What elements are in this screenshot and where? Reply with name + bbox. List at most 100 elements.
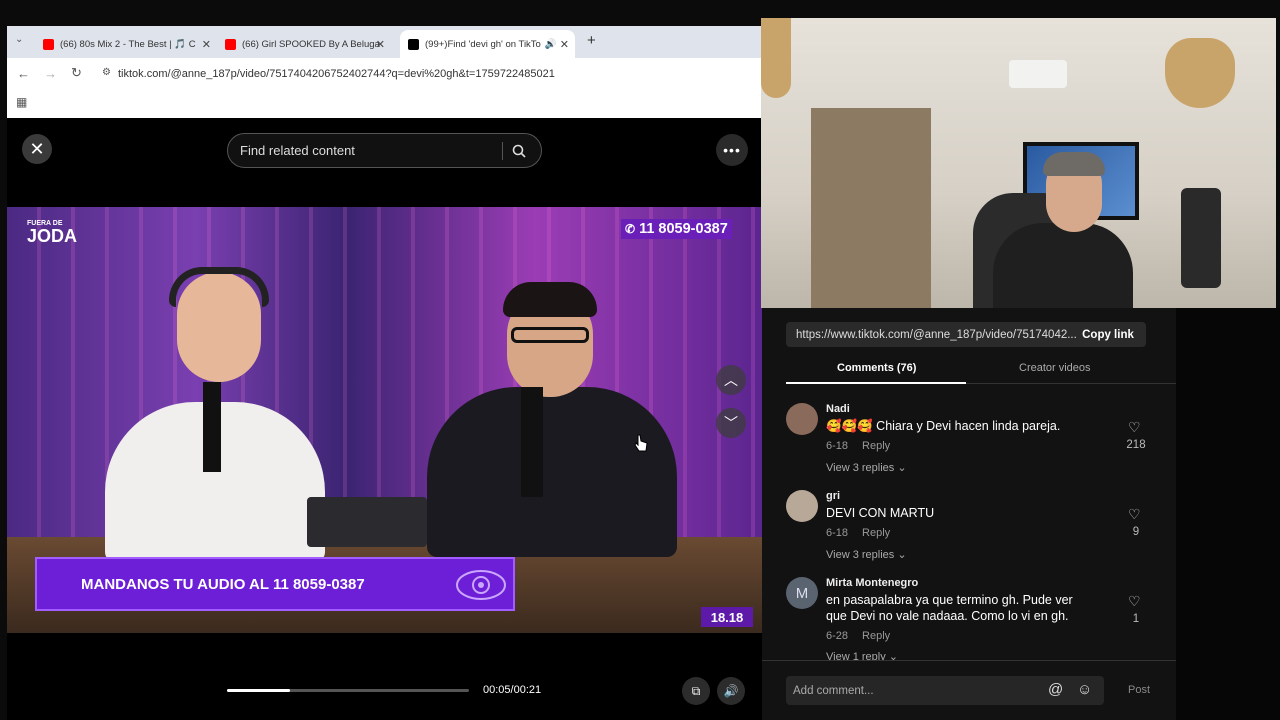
comment-date: 6-28	[826, 630, 849, 642]
volume-button[interactable]: 🔊	[717, 677, 745, 705]
youtube-icon	[43, 38, 54, 50]
laptop	[307, 497, 427, 547]
headphones-left	[169, 267, 269, 307]
comment-author[interactable]: Mirta Montenegro	[826, 577, 918, 589]
glasses	[511, 327, 589, 343]
tab-creator-videos[interactable]: Creator videos	[1019, 362, 1091, 374]
comment-text: 🥰🥰🥰 Chiara y Devi hacen linda pareja.	[826, 419, 1061, 433]
chevron-down-icon: ⌄	[897, 549, 907, 561]
reload-icon[interactable]: ↻	[71, 65, 82, 81]
audio-banner: MANDANOS TU AUDIO AL 11 8059-0387	[35, 557, 515, 611]
microphone-left	[203, 382, 221, 472]
clock-overlay: 18.18	[701, 607, 753, 627]
share-link-text: https://www.tiktok.com/@anne_187p/video/…	[796, 328, 1077, 341]
video-frame[interactable]: FUERA DE JODA ✆ 11 8059-0387 MANDANOS TU…	[7, 207, 762, 633]
air-conditioner	[1009, 60, 1067, 88]
person-right-body	[427, 387, 677, 557]
close-tab-icon[interactable]: ✕	[560, 38, 569, 51]
mention-icon[interactable]: @	[1048, 681, 1063, 698]
playback-time: 00:05/00:21	[483, 684, 542, 696]
comment-author[interactable]: gri	[826, 490, 840, 502]
add-comment-input[interactable]: Add comment... @ ☺	[786, 676, 1104, 705]
tab-active-indicator	[786, 382, 966, 384]
avatar[interactable]	[786, 403, 818, 435]
side-background	[1176, 308, 1280, 720]
volume-icon: 🔊	[723, 684, 739, 698]
previous-video-button[interactable]: ︿	[716, 365, 746, 395]
comment-author[interactable]: Nadi	[826, 403, 850, 415]
view-replies-button[interactable]: View 3 replies ⌄	[826, 548, 907, 561]
mini-player-button[interactable]: ⧉	[682, 677, 710, 705]
like-count: 1	[1132, 613, 1140, 625]
forward-icon[interactable]: →	[44, 66, 57, 81]
room-doorway	[811, 108, 931, 308]
whatsapp-icon: ✆	[625, 222, 636, 236]
back-icon[interactable]: ←	[17, 66, 30, 81]
close-tab-icon[interactable]: ✕	[376, 38, 385, 51]
apps-icon[interactable]: ▦	[16, 95, 27, 109]
post-button[interactable]: Post	[1128, 684, 1150, 696]
streamer-body	[993, 223, 1133, 308]
reply-button[interactable]: Reply	[862, 440, 890, 452]
share-link-field[interactable]: https://www.tiktok.com/@anne_187p/video/…	[786, 322, 1146, 347]
browser-tab-1[interactable]: (66) 80s Mix 2 - The Best | 🎵 C ✕	[37, 30, 217, 58]
reply-button[interactable]: Reply	[862, 630, 890, 642]
view-replies-button[interactable]: View 3 replies ⌄	[826, 461, 907, 474]
heart-icon[interactable]: ♡	[1128, 506, 1141, 523]
search-placeholder: Find related content	[240, 143, 355, 158]
tab-title: (66) 80s Mix 2 - The Best | 🎵 C	[60, 38, 196, 50]
eye-icon	[456, 570, 506, 600]
tiktok-icon	[408, 38, 419, 50]
webcam-overlay	[761, 18, 1276, 308]
divider	[762, 660, 1176, 661]
browser-tab-bar: ⌄ (66) 80s Mix 2 - The Best | 🎵 C ✕ (66)…	[7, 26, 761, 58]
browser-tab-2[interactable]: (66) Girl SPOOKED By A Beluga ✕	[219, 30, 391, 58]
heart-icon[interactable]: ♡	[1128, 419, 1141, 436]
emoji-icon[interactable]: ☺	[1077, 681, 1092, 698]
chevron-down-icon: ⌄	[888, 651, 898, 660]
speaker-icon: 🔊	[544, 38, 557, 50]
view-replies-button[interactable]: View 1 reply ⌄	[826, 650, 898, 660]
youtube-icon	[225, 38, 236, 50]
comment-meta: 6-28 Reply	[826, 630, 890, 642]
avatar[interactable]: M	[786, 577, 818, 609]
streamer-hair	[1043, 152, 1105, 176]
comment-item: Nadi 🥰🥰🥰 Chiara y Devi hacen linda parej…	[786, 403, 1156, 483]
heart-icon[interactable]: ♡	[1128, 593, 1141, 610]
close-tab-icon[interactable]: ✕	[202, 38, 211, 51]
divider	[502, 142, 503, 160]
browser-tab-3[interactable]: (99+)Find 'devi gh' on TikTo 🔊 ✕	[400, 30, 575, 58]
comment-date: 6-18	[826, 527, 849, 539]
tab-list-icon[interactable]: ⌄	[15, 34, 23, 45]
search-icon[interactable]	[512, 144, 526, 158]
more-options-button[interactable]: •••	[716, 134, 748, 166]
new-tab-button[interactable]: +	[587, 32, 596, 49]
comment-item: M Mirta Montenegro en pasapalabra ya que…	[786, 577, 1156, 660]
comment-meta: 6-18 Reply	[826, 527, 890, 539]
whatsapp-number: ✆ 11 8059-0387	[621, 219, 732, 239]
url-field[interactable]: ⚙ tiktok.com/@anne_187p/video/7517404206…	[98, 62, 754, 86]
like-count: 9	[1132, 526, 1140, 538]
copy-link-button[interactable]: Copy link	[1070, 322, 1146, 347]
tab-title: (99+)Find 'devi gh' on TikTo	[425, 38, 541, 50]
progress-fill	[227, 689, 290, 692]
url-text: tiktok.com/@anne_187p/video/751740420675…	[118, 68, 555, 80]
site-info-icon[interactable]: ⚙	[102, 67, 111, 78]
chevron-up-icon: ︿	[724, 372, 738, 388]
tab-title: (66) Girl SPOOKED By A Beluga	[242, 38, 380, 50]
avatar[interactable]	[786, 490, 818, 522]
reply-button[interactable]: Reply	[862, 527, 890, 539]
comment-date: 6-18	[826, 440, 849, 452]
person-right-hair	[503, 282, 597, 317]
tab-comments[interactable]: Comments (76)	[837, 362, 916, 374]
pip-icon: ⧉	[691, 683, 701, 698]
search-input[interactable]: Find related content	[227, 133, 542, 168]
studio-microphone	[1181, 188, 1221, 288]
lamp-right	[1165, 38, 1235, 108]
comment-text: en pasapalabra ya que termino gh. Pude v…	[826, 593, 1073, 623]
close-button[interactable]: ✕	[22, 134, 52, 164]
microphone-right	[521, 387, 543, 497]
next-video-button[interactable]: ﹀	[716, 408, 746, 438]
comment-meta: 6-18 Reply	[826, 440, 890, 452]
comment-text: DEVI CON MARTU	[826, 506, 935, 520]
